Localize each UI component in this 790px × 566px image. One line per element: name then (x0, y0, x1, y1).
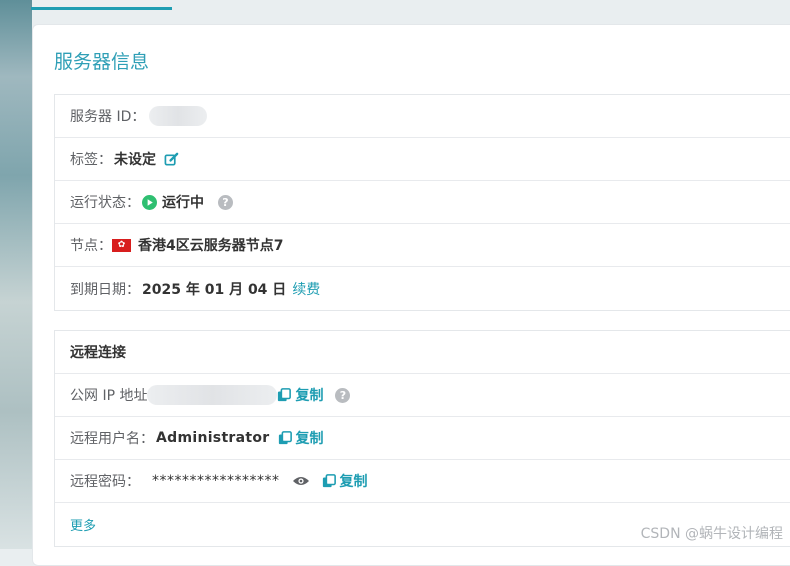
password-row: 远程密码： ***************** 复制 (55, 460, 790, 503)
edit-icon[interactable] (164, 152, 179, 167)
more-link[interactable]: 更多 (70, 515, 96, 534)
remote-header: 远程连接 (70, 345, 126, 361)
copy-icon (278, 431, 292, 445)
copy-ip-label: 复制 (295, 388, 324, 404)
help-icon[interactable]: ? (218, 194, 233, 210)
status-label: 运行状态： (70, 195, 140, 211)
eye-icon[interactable] (292, 475, 310, 487)
copy-icon (278, 388, 292, 402)
server-id-label: 服务器 ID： (70, 109, 146, 125)
background-left-edge (0, 0, 32, 549)
tag-row: 标签： 未设定 (55, 138, 790, 181)
remote-header-row: 远程连接 (55, 331, 790, 374)
username-value: Administrator (156, 430, 270, 446)
renew-link[interactable]: 续费 (292, 279, 320, 299)
copy-icon (322, 474, 336, 488)
node-label: 节点： (70, 238, 112, 254)
expiry-label: 到期日期： (70, 281, 140, 298)
tag-value: 未设定 (114, 152, 156, 168)
copy-password-label: 复制 (339, 474, 368, 490)
section-title: 服务器信息 (54, 51, 150, 73)
hk-flag-icon: ✿ (112, 238, 131, 252)
help-icon[interactable]: ? (335, 387, 351, 403)
username-label: 远程用户名： (70, 431, 154, 447)
watermark: CSDN @蜗牛设计编程 (640, 526, 783, 542)
remote-connection-panel: 远程连接 公网 IP 地址 复制 ? 远程用户名： Administrator (54, 330, 790, 547)
ip-label: 公网 IP 地址 (70, 388, 148, 404)
copy-ip-button[interactable]: 复制 (277, 385, 323, 405)
password-label: 远程密码： (70, 474, 140, 490)
public-ip-row: 公网 IP 地址 复制 ? (55, 374, 790, 417)
node-row: 节点： ✿ 香港4区云服务器节点7 (55, 224, 790, 267)
server-info-panel: 服务器 ID： 标签： 未设定 运行状态： 运行中 ? 节点： ✿ 香港4区云服… (54, 94, 790, 311)
server-id-redacted (149, 106, 208, 126)
expiry-row: 到期日期： 2025 年 01 月 04 日 续费 (55, 267, 790, 310)
expiry-value: 2025 年 01 月 04 日 (142, 281, 287, 298)
copy-username-button[interactable]: 复制 (278, 428, 324, 448)
copy-username-label: 复制 (295, 431, 324, 447)
copy-password-button[interactable]: 复制 (322, 471, 368, 491)
server-info-card: 服务器信息 服务器 ID： 标签： 未设定 运行状态： 运行中 ? 节点： ✿ … (32, 24, 790, 566)
node-value: 香港4区云服务器节点7 (138, 238, 284, 254)
password-value: ***************** (152, 473, 280, 489)
status-value: 运行中 (162, 195, 204, 211)
status-row: 运行状态： 运行中 ? (55, 181, 790, 224)
server-id-row: 服务器 ID： (55, 95, 790, 138)
username-row: 远程用户名： Administrator 复制 (55, 417, 790, 460)
ip-redacted (147, 385, 278, 405)
active-tab-underline (31, 7, 172, 10)
play-status-icon (142, 194, 157, 210)
tag-label: 标签： (70, 152, 112, 168)
